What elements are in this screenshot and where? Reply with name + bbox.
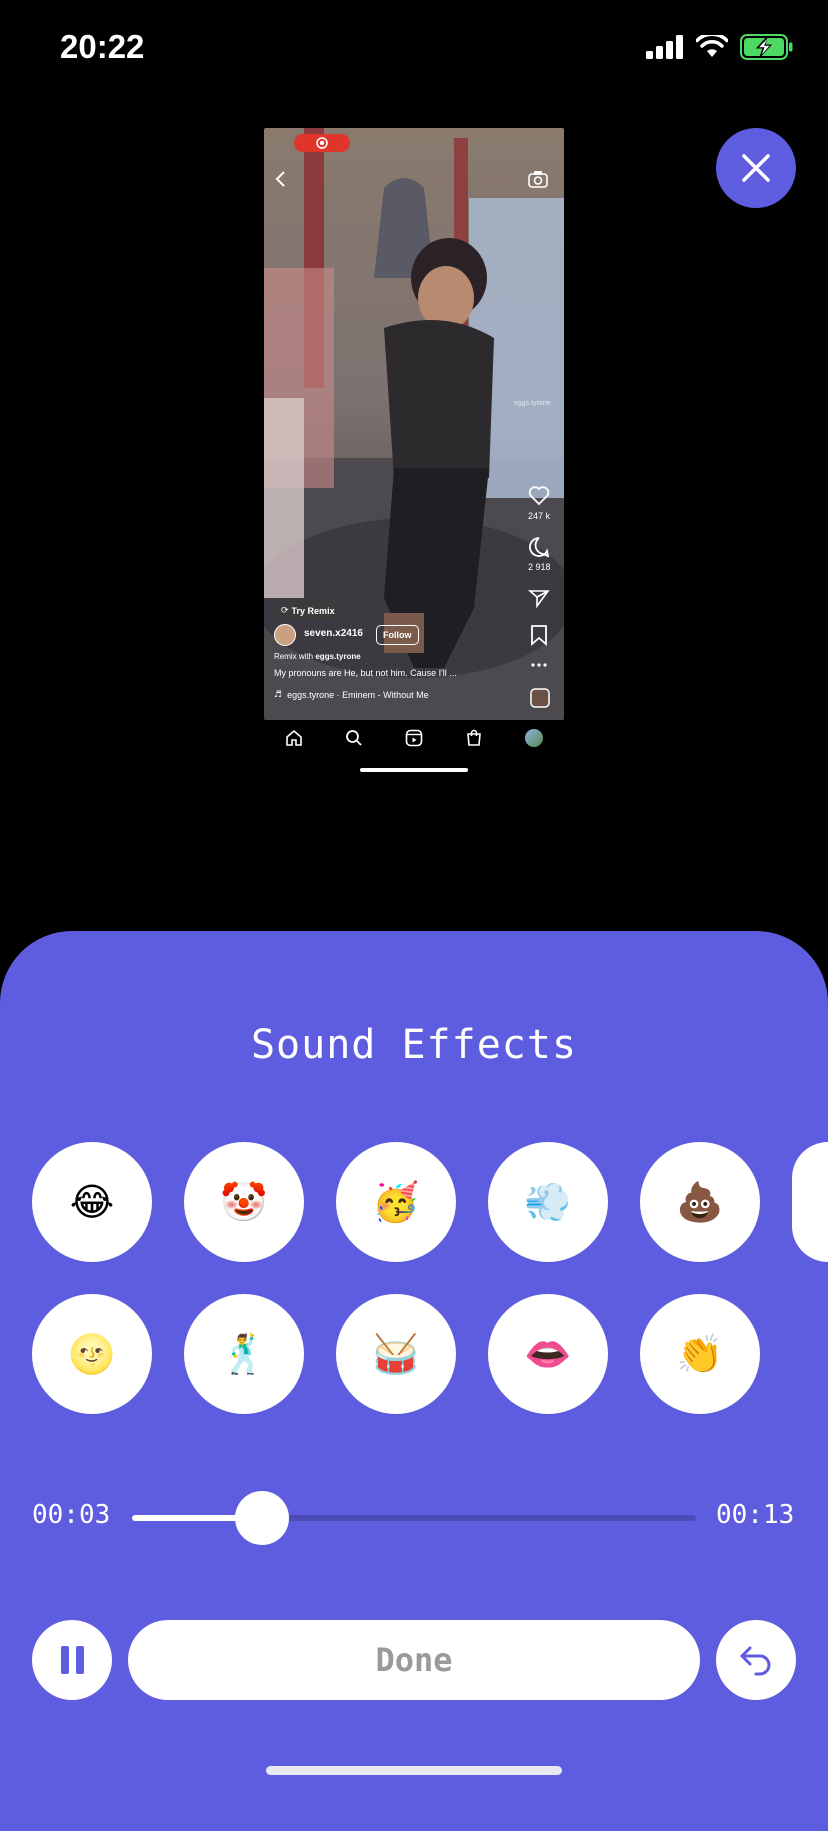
sheet-title: Sound Effects xyxy=(250,1022,578,1068)
sfx-party-button[interactable]: 🥳 xyxy=(336,1142,456,1262)
recording-pill xyxy=(294,134,350,152)
clapping-emoji: 👏 xyxy=(676,1331,724,1376)
more-icon[interactable] xyxy=(530,662,548,668)
like-count: 247 k xyxy=(528,511,551,521)
party-emoji: 🥳 xyxy=(372,1179,420,1224)
timeline-slider[interactable] xyxy=(132,1515,696,1521)
shop-icon[interactable] xyxy=(465,729,483,747)
video-preview[interactable]: eggs.tyrone 247 k 2 918 ⟳ Try Remix seve… xyxy=(264,128,564,720)
timeline-thumb[interactable] xyxy=(235,1491,289,1545)
close-button[interactable] xyxy=(716,128,796,208)
total-time: 00:13 xyxy=(716,1500,795,1530)
sfx-lips-button[interactable]: 👄 xyxy=(488,1294,608,1414)
share-icon[interactable] xyxy=(528,588,550,608)
like-icon[interactable] xyxy=(528,486,550,506)
try-remix-chip[interactable]: ⟳ Try Remix xyxy=(274,602,342,620)
laughing-emoji: 😂 xyxy=(69,1180,115,1224)
sfx-clown-button[interactable]: 🤡 xyxy=(184,1142,304,1262)
sfx-drum-button[interactable]: 🥁 xyxy=(336,1294,456,1414)
remix-with-user[interactable]: eggs.tyrone xyxy=(315,652,360,661)
dancer-emoji: 🕺 xyxy=(220,1331,268,1376)
remix-with: Remix with eggs.tyrone xyxy=(274,652,361,661)
comment-icon[interactable] xyxy=(528,536,550,558)
sfx-dancer-button[interactable]: 🕺 xyxy=(184,1294,304,1414)
video-caption: My pronouns are He, but not him. Cause I… xyxy=(274,668,457,678)
sfx-dash-button[interactable]: 💨 xyxy=(488,1142,608,1262)
music-note-icon: ♬ xyxy=(274,690,283,700)
sfx-poop-button[interactable]: 💩 xyxy=(640,1142,760,1262)
search-icon[interactable] xyxy=(345,729,363,747)
comment-count: 2 918 xyxy=(528,562,551,572)
sfx-clapping-button[interactable]: 👏 xyxy=(640,1294,760,1414)
home-icon[interactable] xyxy=(285,729,303,747)
music-row[interactable]: ♬ eggs.tyrone · Eminem - Without Me xyxy=(274,690,429,700)
battery-charging-icon xyxy=(740,34,793,60)
camera-icon[interactable] xyxy=(528,170,548,188)
bookmark-icon[interactable] xyxy=(530,624,548,646)
sfx-partial-button[interactable] xyxy=(792,1142,828,1262)
music-label: eggs.tyrone · Eminem - Without Me xyxy=(287,690,429,700)
current-time: 00:03 xyxy=(32,1500,111,1530)
home-indicator xyxy=(266,1766,562,1775)
status-time: 20:22 xyxy=(60,28,145,65)
sfx-laughing-button[interactable]: 😂 xyxy=(32,1142,152,1262)
undo-button[interactable] xyxy=(716,1620,796,1700)
drum-emoji: 🥁 xyxy=(372,1331,420,1376)
avatar[interactable] xyxy=(274,624,296,646)
pause-button[interactable] xyxy=(32,1620,112,1700)
follow-label: Follow xyxy=(383,630,412,640)
undo-icon xyxy=(740,1646,771,1676)
close-icon xyxy=(742,154,770,182)
clown-emoji: 🤡 xyxy=(220,1179,268,1224)
video-username[interactable]: seven.x2416 xyxy=(304,628,363,639)
status-icons xyxy=(646,34,794,60)
video-home-indicator xyxy=(360,768,468,772)
sfx-full-moon-face-button[interactable]: 🌝 xyxy=(32,1294,152,1414)
lips-emoji: 👄 xyxy=(524,1331,572,1376)
signal-icon xyxy=(646,35,683,59)
dash-emoji: 💨 xyxy=(524,1179,572,1224)
follow-button[interactable]: Follow xyxy=(376,625,419,645)
reels-icon[interactable] xyxy=(405,729,423,747)
poop-emoji: 💩 xyxy=(676,1179,724,1224)
wifi-icon xyxy=(696,35,728,57)
pause-icon-bar-right xyxy=(75,1646,84,1674)
full-moon-face-emoji: 🌝 xyxy=(68,1331,116,1376)
try-remix-label: Try Remix xyxy=(291,606,335,616)
back-chevron-icon[interactable] xyxy=(274,170,288,188)
remix-with-prefix: Remix with xyxy=(274,652,314,661)
profile-avatar[interactable] xyxy=(525,729,543,747)
video-watermark: eggs.tyrone xyxy=(514,400,551,407)
video-bottom-nav xyxy=(264,718,564,758)
done-button[interactable]: Done xyxy=(128,1620,700,1700)
audio-thumbnail[interactable] xyxy=(530,688,550,708)
remix-icon: ⟳ xyxy=(281,606,289,616)
pause-icon-bar-left xyxy=(60,1646,69,1674)
status-bar: 20:22 xyxy=(0,0,828,100)
